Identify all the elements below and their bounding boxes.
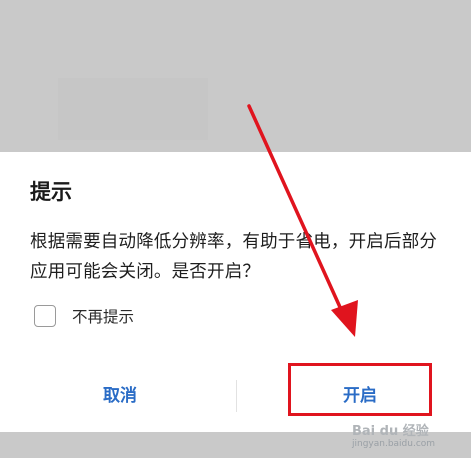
watermark-url: jingyan.baidu.com xyxy=(352,439,436,449)
baidu-logo: Bai du 经验 xyxy=(352,424,429,439)
watermark: Bai du 经验 jingyan.baidu.com xyxy=(352,420,435,449)
annotation-arrow xyxy=(247,104,358,337)
